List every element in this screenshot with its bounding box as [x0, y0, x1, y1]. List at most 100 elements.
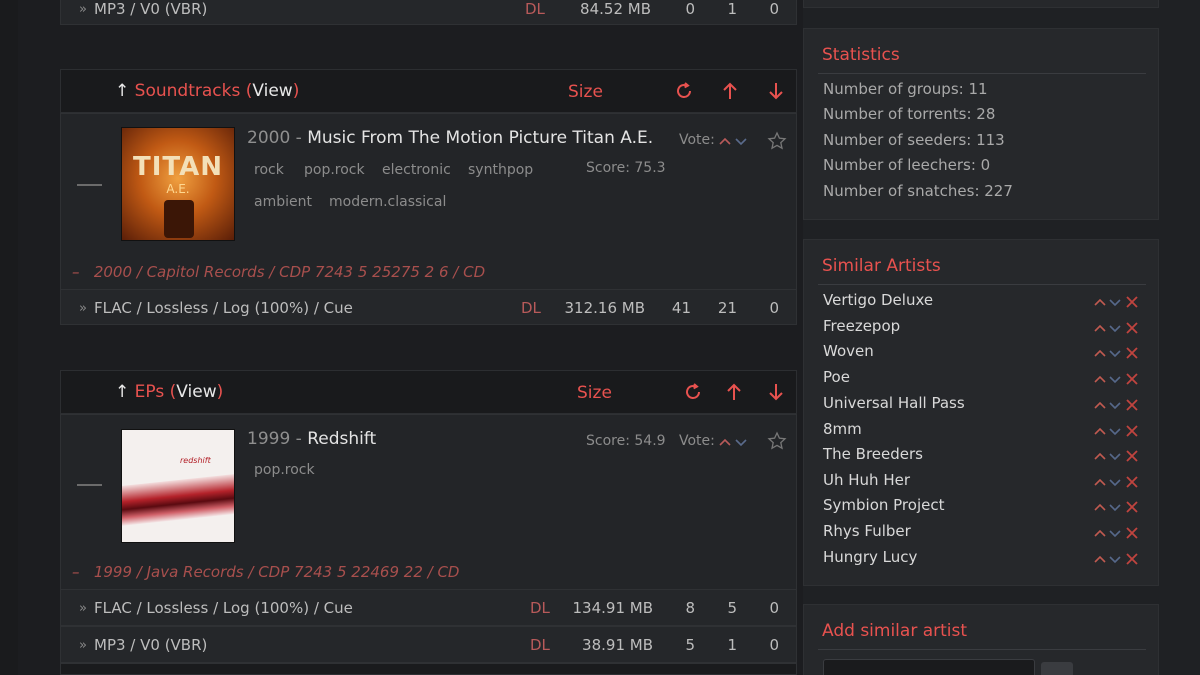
view-link[interactable]: View	[252, 81, 292, 101]
snatch-count: 0	[685, 0, 695, 18]
edition-row: – 1999 / Java Records / CDP 7243 5 22469…	[60, 558, 797, 589]
similar-artist-link[interactable]: Symbion Project	[823, 496, 944, 514]
leechers-down-icon[interactable]	[765, 381, 787, 403]
tag-link[interactable]: modern.classical	[329, 194, 446, 210]
artist-vote-remove-icons[interactable]	[1093, 474, 1145, 490]
seeders-up-icon[interactable]	[723, 381, 745, 403]
similar-artist-input[interactable]	[823, 659, 1035, 675]
vote-arrows-icon[interactable]	[718, 135, 748, 147]
tag-link[interactable]: pop.rock	[304, 162, 365, 178]
download-link[interactable]: DL	[530, 599, 550, 617]
cover-text: redshift	[180, 456, 211, 465]
tag-link[interactable]: ambient	[254, 194, 312, 210]
leecher-count: 0	[769, 636, 779, 654]
torrent-row[interactable]: » FLAC / Lossless / Log (100%) / Cue DL …	[60, 589, 797, 626]
artist-vote-remove-icons[interactable]	[1093, 294, 1145, 310]
edition-label[interactable]: – 1999 / Java Records / CDP 7243 5 22469…	[72, 563, 459, 581]
artist-vote-remove-icons[interactable]	[1093, 371, 1145, 387]
album-title-link[interactable]: Music From The Motion Picture Titan A.E.	[307, 128, 653, 148]
download-link[interactable]: DL	[521, 299, 541, 317]
edition-row: – 2000 / Capitol Records / CDP 7243 5 25…	[60, 258, 797, 289]
torrent-row[interactable]: » FLAC / Lossless / Log (100%) / Cue DL …	[60, 289, 797, 325]
artist-vote-remove-icons[interactable]	[1093, 551, 1145, 567]
tag-link[interactable]: synthpop	[468, 162, 533, 178]
artist-vote-remove-icons[interactable]	[1093, 448, 1145, 464]
album-title-link[interactable]: Redshift	[307, 429, 376, 449]
bookmark-star-icon[interactable]	[767, 431, 787, 451]
album-cover[interactable]: redshift	[121, 429, 235, 543]
add-similar-button[interactable]	[1041, 662, 1073, 675]
collapse-toggle[interactable]	[77, 184, 102, 186]
sidebar: Statistics Number of groups: 11 Number o…	[803, 0, 1200, 675]
download-link[interactable]: DL	[525, 0, 545, 18]
size-column-header[interactable]: Size	[568, 82, 603, 102]
download-link[interactable]: DL	[530, 636, 550, 654]
artist-vote-remove-icons[interactable]	[1093, 345, 1145, 361]
expand-arrow-icon[interactable]: »	[79, 301, 87, 316]
similar-artist-link[interactable]: Hungry Lucy	[823, 548, 917, 566]
similar-artist-link[interactable]: Rhys Fulber	[823, 522, 911, 540]
album-cover[interactable]: TITAN A.E.	[121, 127, 235, 241]
tag-link[interactable]: rock	[254, 162, 284, 178]
view-link[interactable]: View	[176, 382, 216, 402]
leechers-down-icon[interactable]	[765, 80, 787, 102]
similar-artist-link[interactable]: Universal Hall Pass	[823, 394, 965, 412]
torrent-format-link[interactable]: MP3 / V0 (VBR)	[94, 636, 207, 654]
sidebar-box-top	[803, 0, 1159, 8]
expand-arrow-icon[interactable]: »	[79, 2, 87, 17]
main-column: » MP3 / V0 (VBR) DL 84.52 MB 0 1 0 ↑ Sou…	[18, 0, 803, 675]
torrent-size: 312.16 MB	[564, 299, 646, 317]
vote-arrows-icon[interactable]	[718, 436, 748, 448]
bookmark-star-icon[interactable]	[767, 131, 787, 151]
section-label[interactable]: Soundtracks	[135, 81, 241, 101]
statistics-title: Statistics	[822, 45, 900, 65]
snatches-icon[interactable]	[673, 80, 695, 102]
edition-dash: –	[72, 263, 80, 281]
edition-label[interactable]: – 2000 / Capitol Records / CDP 7243 5 25…	[72, 263, 485, 281]
snatch-count: 8	[685, 599, 695, 617]
title-separator: -	[290, 429, 308, 449]
album-year: 1999	[247, 429, 291, 449]
album-title: 1999 - Redshift	[247, 429, 376, 449]
collapse-toggle[interactable]	[77, 484, 102, 486]
torrent-row[interactable]: » MP3 / V0 (VBR) DL 38.91 MB 5 1 0	[60, 626, 797, 663]
similar-artist-link[interactable]: Uh Huh Her	[823, 471, 910, 489]
similar-artist-link[interactable]: Vertigo Deluxe	[823, 291, 933, 309]
artist-vote-remove-icons[interactable]	[1093, 397, 1145, 413]
tag-link[interactable]: electronic	[382, 162, 451, 178]
similar-artist-link[interactable]: Freezepop	[823, 317, 900, 335]
album-group: redshift 1999 - Redshift pop.rock Score:…	[60, 414, 797, 558]
snatch-count: 5	[685, 636, 695, 654]
expand-arrow-icon[interactable]: »	[79, 601, 87, 616]
snatch-count: 41	[671, 299, 691, 317]
sort-arrow-icon[interactable]: ↑	[115, 382, 129, 402]
seeders-up-icon[interactable]	[719, 80, 741, 102]
tag-link[interactable]: pop.rock	[254, 462, 315, 478]
similar-artist-link[interactable]: 8mm	[823, 420, 862, 438]
edition-text: 2000 / Capitol Records / CDP 7243 5 2527…	[93, 263, 486, 281]
album-title: 2000 - Music From The Motion Picture Tit…	[247, 128, 653, 148]
similar-artist-link[interactable]: The Breeders	[823, 445, 923, 463]
section-header-soundtracks: ↑ Soundtracks (View) Size	[60, 69, 797, 113]
edition-text: 1999 / Java Records / CDP 7243 5 22469 2…	[93, 563, 460, 581]
torrent-format-link[interactable]: MP3 / V0 (VBR)	[94, 0, 207, 18]
sort-arrow-icon[interactable]: ↑	[115, 81, 129, 101]
similar-artist-link[interactable]: Woven	[823, 342, 874, 360]
artist-vote-remove-icons[interactable]	[1093, 525, 1145, 541]
stat-seeders: Number of seeders: 113	[823, 131, 1005, 149]
size-column-header[interactable]: Size	[577, 383, 612, 403]
expand-arrow-icon[interactable]: »	[79, 638, 87, 653]
cover-streak	[122, 474, 234, 526]
snatches-icon[interactable]	[682, 381, 704, 403]
similar-artist-link[interactable]: Poe	[823, 368, 850, 386]
section-label[interactable]: EPs	[135, 382, 165, 402]
torrent-format-link[interactable]: FLAC / Lossless / Log (100%) / Cue	[94, 299, 353, 317]
torrent-row[interactable]: » MP3 / V0 (VBR) DL 84.52 MB 0 1 0	[60, 0, 797, 25]
leecher-count: 0	[769, 599, 779, 617]
artist-vote-remove-icons[interactable]	[1093, 320, 1145, 336]
add-similar-title: Add similar artist	[822, 621, 968, 641]
artist-vote-remove-icons[interactable]	[1093, 499, 1145, 515]
edition-dash: –	[72, 563, 80, 581]
artist-vote-remove-icons[interactable]	[1093, 423, 1145, 439]
torrent-format-link[interactable]: FLAC / Lossless / Log (100%) / Cue	[94, 599, 353, 617]
